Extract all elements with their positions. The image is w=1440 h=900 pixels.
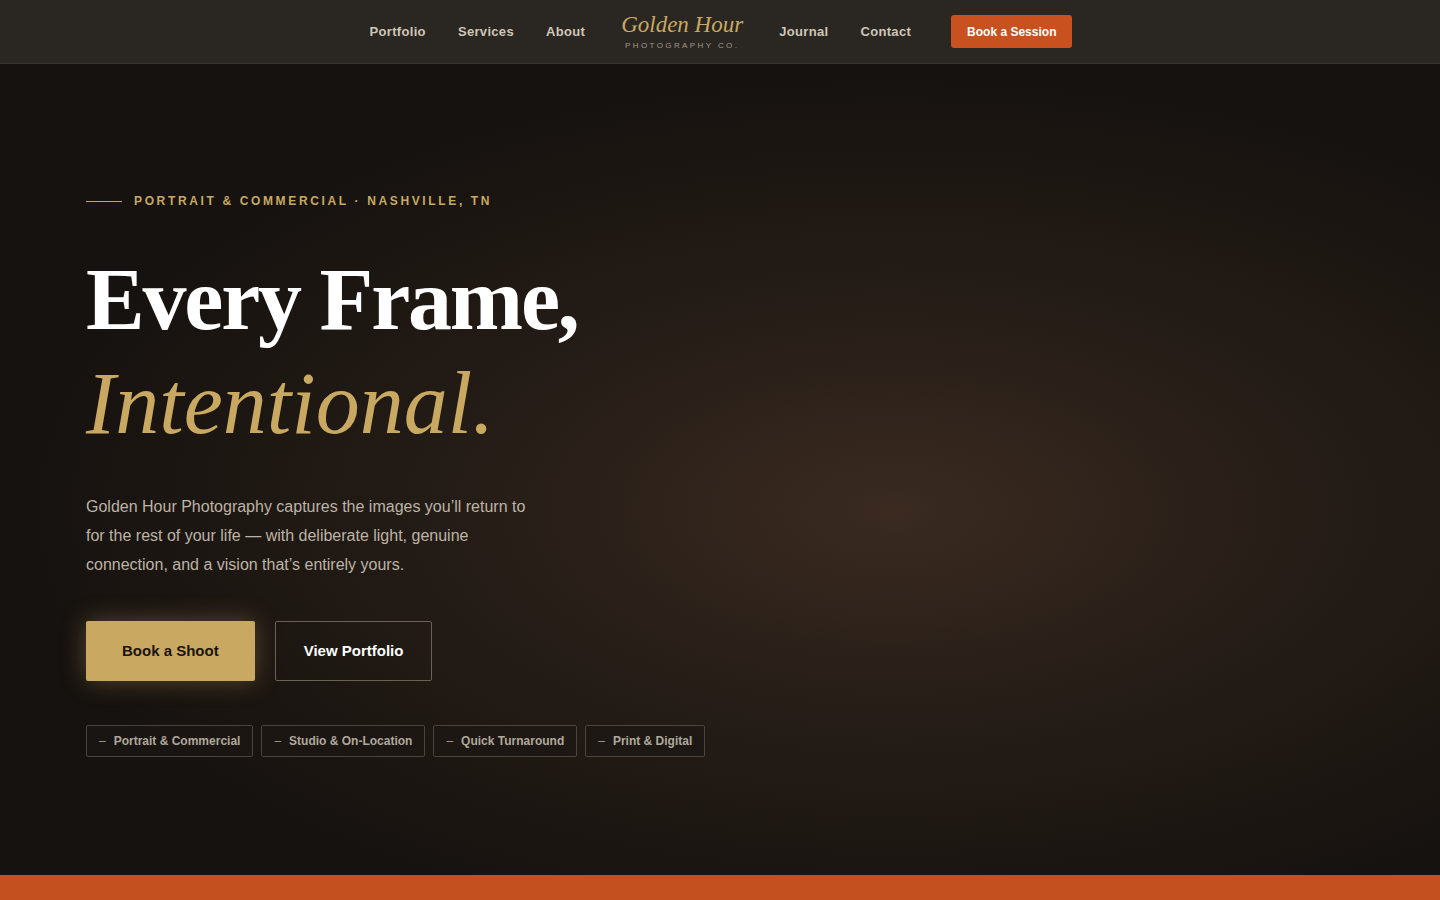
page: Portfolio Services About Golden Hour PHOTOGR… — [0, 0, 1440, 900]
feature-tag: –Studio & On-Location — [261, 725, 425, 757]
feature-tags: –Portrait & Commercial–Studio & On-Locat… — [86, 725, 1440, 757]
logo-title: Golden Hour — [621, 12, 743, 38]
view-portfolio-button[interactable]: View Portfolio — [275, 621, 433, 681]
nav-link[interactable]: Contact — [860, 22, 911, 42]
nav-link[interactable]: Journal — [779, 22, 828, 42]
top-nav: Portfolio Services About Golden Hour PHOTOGR… — [0, 0, 1440, 64]
feature-tag: –Portrait & Commercial — [86, 725, 253, 757]
hero-description: Golden Hour Photography captures the ima… — [86, 492, 536, 579]
hero: PORTRAIT & COMMERCIAL · NASHVILLE, TN Eve… — [0, 64, 1440, 875]
logo[interactable]: Golden Hour PHOTOGRAPHY CO. — [617, 12, 747, 52]
hero-content: PORTRAIT & COMMERCIAL · NASHVILLE, TN Eve… — [0, 64, 1440, 757]
book-shoot-button[interactable]: Book a Shoot — [86, 621, 255, 681]
book-session-button[interactable]: Book a Session — [951, 15, 1072, 48]
nav-menu: Portfolio Services About Golden Hour PHOTOGR… — [370, 12, 912, 52]
nav-link[interactable]: Services — [458, 22, 514, 42]
accent-strip — [0, 875, 1440, 900]
nav-link[interactable]: About — [546, 22, 585, 42]
feature-tag: –Print & Digital — [585, 725, 705, 757]
hero-buttons: Book a Shoot View Portfolio — [86, 621, 1440, 681]
feature-tag: –Quick Turnaround — [433, 725, 577, 757]
eyebrow: PORTRAIT & COMMERCIAL · NASHVILLE, TN — [86, 192, 1440, 210]
eyebrow-line — [86, 201, 122, 202]
nav-link[interactable]: Portfolio — [370, 22, 426, 42]
hero-heading: Every Frame,Intentional. — [86, 248, 1440, 456]
logo-subtitle: PHOTOGRAPHY CO. — [625, 40, 739, 52]
